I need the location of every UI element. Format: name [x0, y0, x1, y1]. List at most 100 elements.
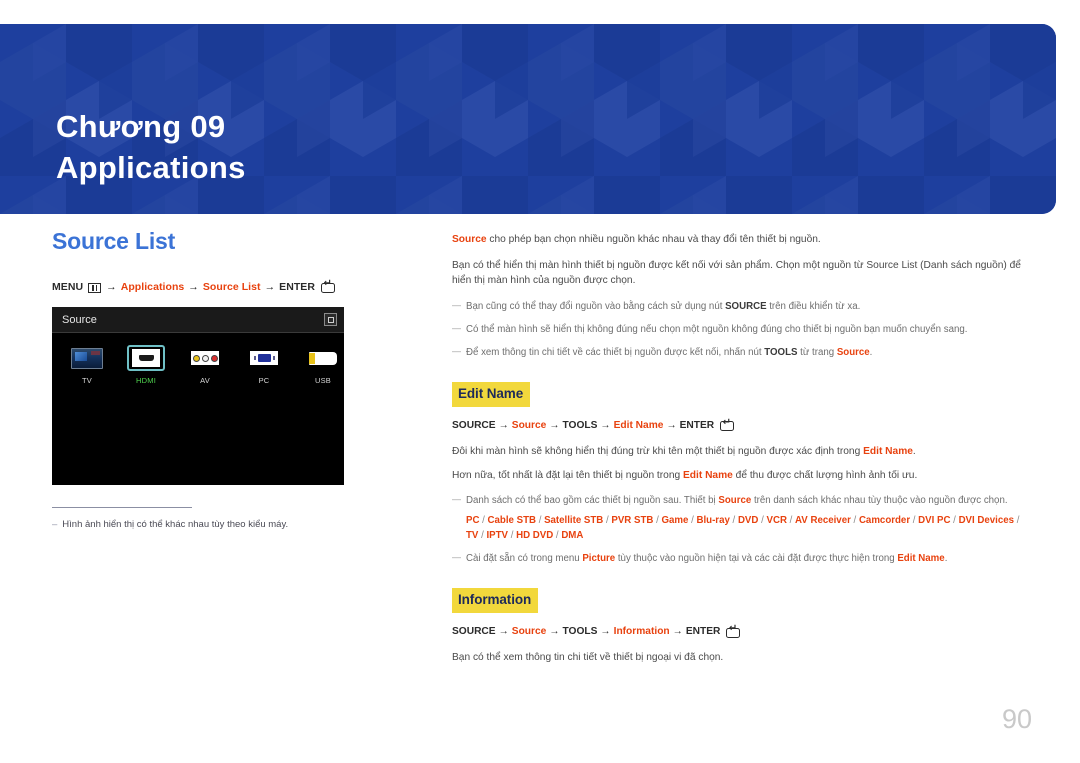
note-bold: SOURCE	[725, 300, 767, 312]
note-pre: Cài đặt sẵn có trong menu	[466, 552, 583, 564]
source-label-pc: PC	[258, 376, 270, 385]
source-screenshot-panel: Source TV HDMI AV PC USB	[52, 307, 344, 485]
source-item-av[interactable]: AV	[186, 345, 224, 385]
vga-body	[257, 354, 271, 362]
banner-title: Chương 09 Applications	[56, 66, 246, 214]
edit-name-paragraph-1: Đôi khi màn hình sẽ không hiển thị đúng …	[452, 444, 1032, 460]
path-arrow-4: →	[666, 420, 677, 432]
source-item-pc[interactable]: PC	[245, 345, 283, 385]
note-bold-picture: Picture	[582, 552, 616, 564]
source-thumb-wrap-hdmi	[127, 345, 165, 371]
av-rca-jacks-icon	[191, 351, 219, 365]
path-item-source[interactable]: Source	[512, 624, 547, 640]
device-name: DVI PC	[918, 514, 951, 526]
source-label-hdmi: HDMI	[136, 376, 156, 385]
note-red: Edit Name	[897, 552, 945, 564]
hdmi-port-icon	[132, 349, 160, 367]
note-red: Source	[718, 494, 752, 506]
note-body: Cài đặt sẵn có trong menu Picture tùy th…	[466, 551, 1032, 566]
enter-label: ENTER	[679, 420, 715, 432]
intro-term-source: Source	[452, 234, 487, 245]
source-panel-title: Source	[62, 313, 97, 326]
source-list-row: TV HDMI AV PC USB	[52, 333, 344, 385]
para2-red: Edit Name	[683, 470, 733, 482]
source-label-usb: USB	[314, 376, 332, 385]
note-post: trên điều khiển từ xa.	[766, 300, 861, 312]
path-arrow-1: →	[106, 281, 117, 293]
heading-information: Information	[452, 587, 539, 614]
note-red: Source	[836, 346, 870, 358]
note-pre: Danh sách có thể bao gồm các thiết bị ng…	[466, 494, 719, 506]
note-post: trên danh sách khác nhau tùy thuộc vào n…	[751, 494, 1008, 506]
device-separator: /	[479, 514, 488, 526]
device-name: Game	[661, 514, 689, 526]
device-name: Blu-ray	[696, 514, 730, 526]
path-arrow-3: →	[264, 281, 276, 293]
device-name: VCR	[766, 514, 787, 526]
para1-red: Edit Name	[863, 445, 913, 457]
information-navigation-path: SOURCE → Source → TOOLS → Information → …	[452, 624, 1032, 640]
note-mid: từ trang	[797, 346, 837, 358]
tv-icon	[71, 347, 103, 369]
source-item-hdmi[interactable]: HDMI	[127, 345, 165, 385]
note-pre: Bạn cũng có thể thay đổi nguồn vào bằng …	[466, 300, 726, 312]
heading-edit-name: Edit Name	[452, 381, 531, 408]
device-name: DVI Devices	[958, 514, 1015, 526]
window-restore-icon[interactable]	[324, 313, 337, 326]
note-dash: —	[452, 551, 461, 562]
device-name: Camcorder	[858, 514, 911, 526]
edit-name-navigation-path: SOURCE → Source → TOOLS → Edit Name → EN…	[452, 418, 1032, 434]
source-thumb-wrap-av	[186, 345, 224, 371]
enter-key-icon	[726, 624, 741, 638]
source-item-tv[interactable]: TV	[68, 345, 106, 385]
path-item-edit-name[interactable]: Edit Name	[614, 418, 664, 434]
path-arrow-2: →	[188, 281, 199, 293]
note-tools-button: — Để xem thông tin chi tiết về các thiết…	[452, 345, 1032, 360]
source-item-usb[interactable]: USB	[304, 345, 342, 385]
path-item-applications[interactable]: Applications	[121, 281, 185, 293]
source-thumb-wrap-pc	[245, 345, 283, 371]
tools-label: TOOLS	[562, 420, 598, 432]
note-divider	[52, 507, 192, 508]
supported-device-list: PC / Cable STB / Satellite STB / PVR STB…	[466, 513, 1032, 543]
right-column: Source cho phép bạn chọn nhiều nguồn khá…	[452, 232, 1032, 675]
intro-rest: cho phép bạn chọn nhiều nguồn khác nhau …	[486, 234, 821, 245]
note-source-button: — Bạn cũng có thể thay đổi nguồn vào bằn…	[452, 299, 1032, 314]
rca-dot-white	[201, 354, 209, 362]
note-body: Danh sách có thể bao gồm các thiết bị ng…	[466, 493, 1032, 543]
path-item-source[interactable]: Source	[512, 418, 547, 434]
path-arrow-3: →	[600, 420, 611, 432]
para1-post: .	[912, 445, 916, 457]
enter-label: ENTER	[279, 281, 315, 293]
menu-navigation-path: MENU → Applications → Source List → ENTE…	[52, 279, 352, 293]
device-name: Cable STB	[487, 514, 536, 526]
device-separator: /	[508, 529, 517, 541]
source-button-label: SOURCE	[452, 420, 496, 432]
device-separator: /	[910, 514, 919, 526]
path-arrow-3: →	[600, 626, 611, 638]
menu-label: MENU	[52, 281, 84, 293]
device-name: DVD	[737, 514, 759, 526]
path-arrow-1: →	[498, 420, 509, 432]
note-pre: Để xem thông tin chi tiết về các thiết b…	[466, 346, 765, 358]
note-dash: —	[452, 299, 461, 310]
device-name: IPTV	[486, 529, 509, 541]
path-arrow-2: →	[549, 420, 560, 432]
paragraph-1: Bạn có thể hiển thị màn hình thiết bị ng…	[452, 259, 1021, 287]
path-arrow-2: →	[549, 626, 560, 638]
note-mid: tùy thuộc vào nguồn hiện tại và các cài …	[615, 552, 898, 564]
note-body: Để xem thông tin chi tiết về các thiết b…	[466, 345, 1032, 360]
path-item-source-list[interactable]: Source List	[203, 281, 261, 293]
menu-grid-icon	[88, 282, 102, 293]
path-arrow-1: →	[498, 626, 509, 638]
para2-pre: Hơn nữa, tốt nhất là đặt lại tên thiết b…	[452, 470, 683, 482]
device-name: PVR STB	[611, 514, 654, 526]
device-name: Satellite STB	[544, 514, 604, 526]
device-name: PC	[466, 514, 480, 526]
device-separator: /	[536, 514, 545, 526]
note-dash: —	[452, 345, 461, 356]
footnote-text: Hình ảnh hiển thị có thể khác nhau tùy t…	[62, 519, 289, 530]
device-separator: /	[729, 514, 738, 526]
device-name: HD DVD	[516, 529, 554, 541]
path-item-information[interactable]: Information	[614, 624, 670, 640]
